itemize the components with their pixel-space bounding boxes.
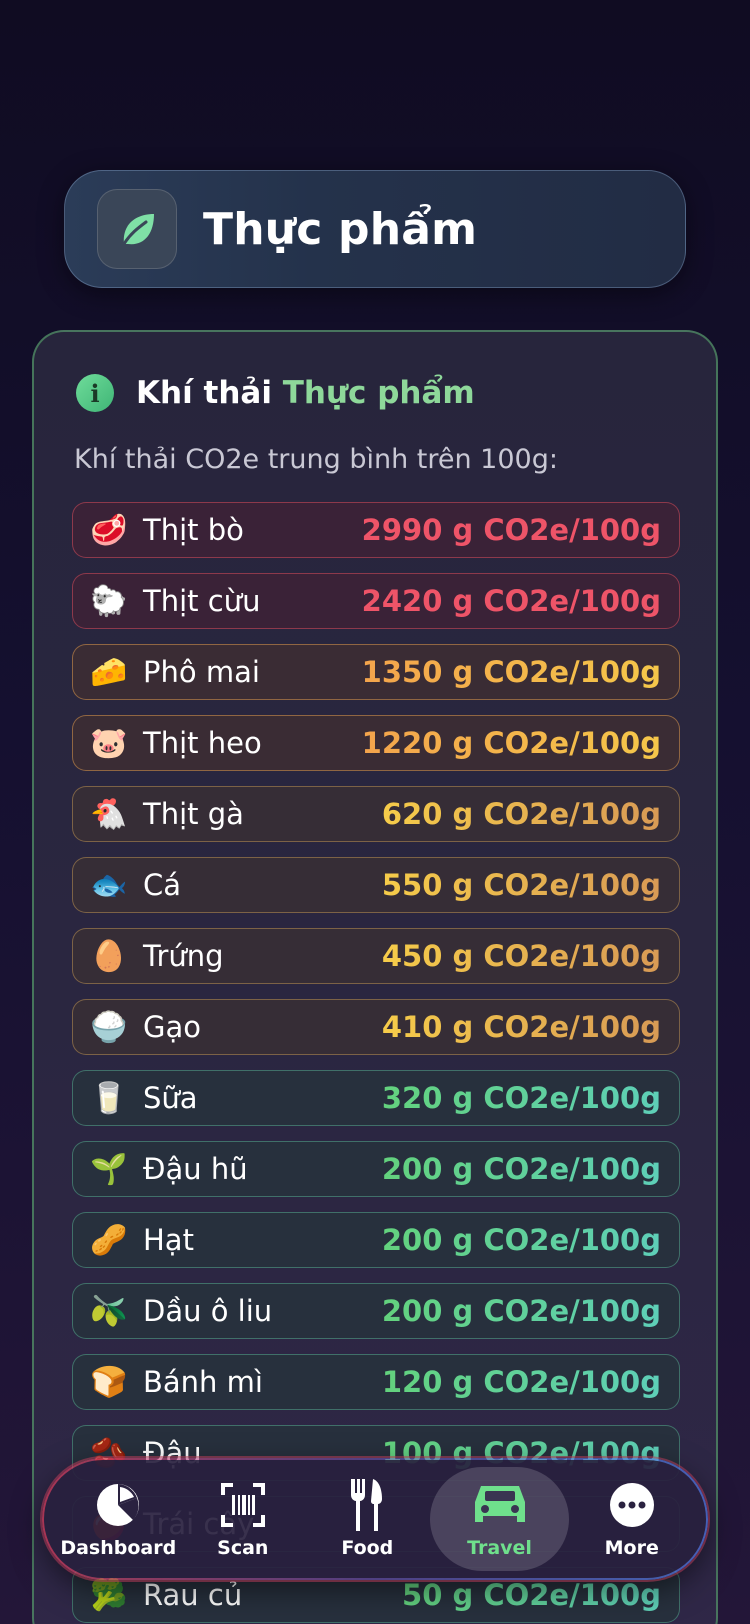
food-emoji: 🌱 (90, 1151, 128, 1187)
food-row: 🐷 Thịt heo 1220 g CO2e/100g (72, 715, 680, 771)
food-row: 🐟 Cá 550 g CO2e/100g (72, 857, 680, 913)
food-name: Gạo (143, 1010, 201, 1044)
food-row: 🥚 Trứng 450 g CO2e/100g (72, 928, 680, 984)
barcode-scan-icon (219, 1479, 267, 1531)
food-emission-value: 2420 g CO2e/100g (361, 584, 661, 618)
tab-label: Food (341, 1537, 394, 1559)
tab-dashboard[interactable]: Dashboard (56, 1467, 181, 1571)
food-row: 🌱 Đậu hũ 200 g CO2e/100g (72, 1141, 680, 1197)
food-emission-value: 50 g CO2e/100g (402, 1578, 661, 1612)
info-title-accent: Thực phẩm (282, 375, 475, 411)
food-emoji: 🍞 (90, 1364, 128, 1400)
tab-scan[interactable]: Scan (181, 1467, 306, 1571)
food-emission-value: 120 g CO2e/100g (381, 1365, 661, 1399)
food-emoji: 🥩 (90, 512, 128, 548)
tab-label: Scan (217, 1537, 269, 1559)
tab-bar: Dashboard Scan Food Travel More (42, 1458, 708, 1580)
food-name: Sữa (143, 1081, 198, 1115)
tab-travel[interactable]: Travel (429, 1467, 570, 1571)
food-emoji: 🥛 (90, 1080, 128, 1116)
food-name: Cá (143, 868, 182, 902)
food-row: 🥩 Thịt bò 2990 g CO2e/100g (72, 502, 680, 558)
fork-knife-icon (347, 1479, 387, 1531)
food-emission-value: 550 g CO2e/100g (381, 868, 661, 902)
food-name: Thịt heo (143, 726, 262, 760)
food-emission-value: 1220 g CO2e/100g (361, 726, 661, 760)
more-dots-icon (607, 1479, 657, 1531)
food-name: Bánh mì (143, 1365, 263, 1399)
food-emission-value: 2990 g CO2e/100g (361, 513, 661, 547)
food-name: Trứng (143, 939, 224, 973)
food-name: Thịt gà (143, 797, 244, 831)
food-emission-value: 200 g CO2e/100g (381, 1223, 661, 1257)
tab-label: Dashboard (60, 1537, 177, 1559)
food-emission-value: 620 g CO2e/100g (381, 797, 661, 831)
info-title-prefix: Khí thải (136, 375, 283, 411)
food-emission-value: 200 g CO2e/100g (381, 1152, 661, 1186)
tab-food[interactable]: Food (305, 1467, 430, 1571)
food-name: Hạt (143, 1223, 194, 1257)
food-row: 🥛 Sữa 320 g CO2e/100g (72, 1070, 680, 1126)
food-emissions-card: i Khí thải Thực phẩm Khí thải CO2e trung… (32, 330, 718, 1624)
food-name: Dầu ô liu (143, 1294, 273, 1328)
page-title: Thực phẩm (203, 203, 478, 255)
food-emission-value: 1350 g CO2e/100g (361, 655, 661, 689)
food-emoji: 🍚 (90, 1009, 128, 1045)
food-emission-value: 410 g CO2e/100g (381, 1010, 661, 1044)
leaf-icon (97, 189, 177, 269)
food-row: 🍞 Bánh mì 120 g CO2e/100g (72, 1354, 680, 1410)
food-row: 🥜 Hạt 200 g CO2e/100g (72, 1212, 680, 1268)
food-emission-value: 200 g CO2e/100g (381, 1294, 661, 1328)
food-emoji: 🐟 (90, 867, 128, 903)
food-emission-value: 450 g CO2e/100g (381, 939, 661, 973)
food-emission-value: 320 g CO2e/100g (381, 1081, 661, 1115)
info-subtitle: Khí thải CO2e trung bình trên 100g: (74, 444, 558, 475)
food-emoji: 🥚 (90, 938, 128, 974)
food-emoji: 🐔 (90, 796, 128, 832)
food-name: Thịt cừu (143, 584, 261, 618)
page-header: Thực phẩm (64, 170, 686, 288)
info-title: Khí thải Thực phẩm (136, 375, 475, 411)
food-row: 🧀 Phô mai 1350 g CO2e/100g (72, 644, 680, 700)
food-row: 🫒 Dầu ô liu 200 g CO2e/100g (72, 1283, 680, 1339)
food-name: Thịt bò (143, 513, 244, 547)
tab-label: More (604, 1537, 659, 1559)
food-emoji: 🫒 (90, 1293, 128, 1329)
food-row: 🍚 Gạo 410 g CO2e/100g (72, 999, 680, 1055)
food-emoji: 🐷 (90, 725, 128, 761)
tab-more[interactable]: More (569, 1467, 694, 1571)
food-name: Rau củ (143, 1578, 243, 1612)
info-icon: i (76, 374, 114, 412)
pie-chart-icon (93, 1479, 143, 1531)
food-emoji: 🥦 (90, 1577, 128, 1613)
food-name: Đậu hũ (143, 1152, 248, 1186)
food-emoji: 🧀 (90, 654, 128, 690)
car-icon (471, 1479, 529, 1531)
food-emoji: 🐑 (90, 583, 128, 619)
food-list: 🥩 Thịt bò 2990 g CO2e/100g 🐑 Thịt cừu 2420 g … (72, 502, 680, 1624)
info-header: i Khí thải Thực phẩm (76, 374, 475, 412)
tab-label: Travel (467, 1537, 532, 1559)
food-emoji: 🥜 (90, 1222, 128, 1258)
food-name: Phô mai (143, 655, 260, 689)
food-row: 🐔 Thịt gà 620 g CO2e/100g (72, 786, 680, 842)
food-row: 🐑 Thịt cừu 2420 g CO2e/100g (72, 573, 680, 629)
